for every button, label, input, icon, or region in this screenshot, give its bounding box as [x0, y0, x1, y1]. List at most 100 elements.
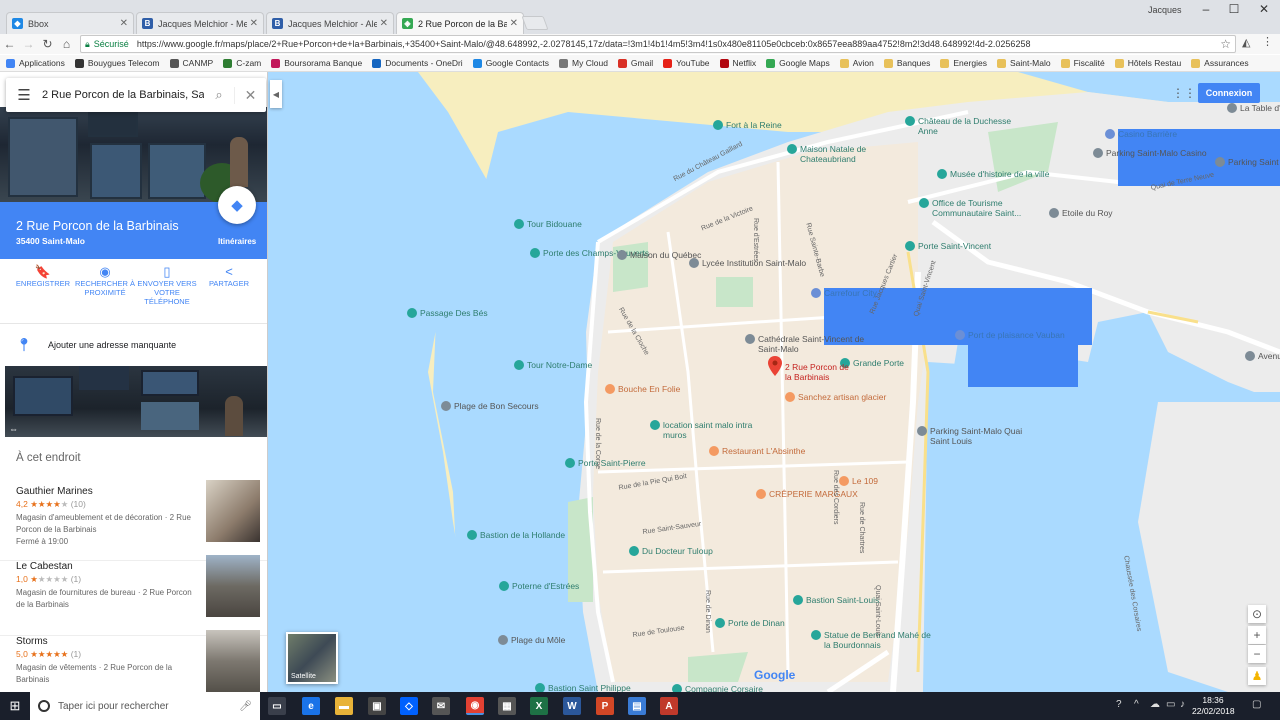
map-poi-icon[interactable]	[441, 401, 451, 411]
result-thumbnail[interactable]	[206, 630, 260, 692]
bookmark-item[interactable]: Documents - OneDri	[372, 58, 463, 68]
result-name[interactable]: Gauthier Marines	[16, 486, 93, 497]
tab-close-icon[interactable]: ✕	[510, 18, 518, 29]
map-poi-icon[interactable]	[407, 308, 417, 318]
map-poi-icon[interactable]	[498, 635, 508, 645]
action-nearby[interactable]: ◉ RECHERCHER À PROXIMITÉ	[74, 265, 136, 297]
browser-tab[interactable]: B Jacques Melchior - Alerte✕	[266, 12, 394, 34]
map-poi-icon[interactable]	[514, 360, 524, 370]
search-input[interactable]: 2 Rue Porcon de la Barbinais, Sai	[42, 89, 204, 101]
map-poi-icon[interactable]	[565, 458, 575, 468]
my-location-button[interactable]: ⊙	[1248, 605, 1266, 623]
map-poi-icon[interactable]	[905, 116, 915, 126]
map-canvas[interactable]: Fort à la Reine Château de la Duchesse An…	[268, 72, 1280, 692]
bookmark-item[interactable]: YouTube	[663, 58, 710, 68]
reload-button[interactable]: ↻	[38, 37, 57, 51]
map-place-label[interactable]: Etoile du Roy	[1062, 208, 1113, 218]
powerpoint-icon[interactable]: P	[596, 697, 614, 715]
file-explorer-icon[interactable]: ▬	[335, 697, 353, 715]
map-poi-icon[interactable]	[785, 392, 795, 402]
map-poi-icon[interactable]	[793, 595, 803, 605]
street-view-photo[interactable]: ⇔	[5, 366, 267, 437]
mail-icon[interactable]: ✉	[432, 697, 450, 715]
map-poi-icon[interactable]	[605, 384, 615, 394]
result-item[interactable]: Gauthier Marines 4,2 ★★★★★ (10) Magasin d'…	[0, 480, 267, 561]
search-icon[interactable]: ⌕	[204, 87, 234, 103]
map-poi-icon[interactable]	[756, 489, 766, 499]
bookmark-item[interactable]: CANMP	[169, 58, 213, 68]
result-name[interactable]: Storms	[16, 636, 48, 647]
satellite-toggle[interactable]: Satellite	[286, 632, 338, 684]
bookmark-item[interactable]: Google Maps	[766, 58, 830, 68]
map-place-label[interactable]: Musée d'histoire de la ville	[950, 169, 1060, 179]
bookmark-item[interactable]: Netflix	[719, 58, 756, 68]
map-place-label[interactable]: Porte Saint-Vincent	[918, 241, 991, 251]
maximize-button[interactable]: ☐	[1220, 2, 1248, 16]
bookmark-item[interactable]: Hôtels Restau	[1114, 58, 1181, 68]
bookmark-item[interactable]: Assurances	[1191, 58, 1249, 68]
tab-close-icon[interactable]: ✕	[120, 18, 128, 29]
map-poi-icon[interactable]	[917, 426, 927, 436]
new-tab-button[interactable]	[521, 16, 549, 30]
sign-in-button[interactable]: Connexion	[1198, 83, 1260, 103]
map-place-label[interactable]: Cathédrale Saint-Vincent de Saint-Malo	[758, 334, 868, 354]
map-poi-icon[interactable]	[689, 258, 699, 268]
collapse-panel-button[interactable]: ◀	[270, 80, 282, 108]
bookmark-item[interactable]: Boursorama Banque	[271, 58, 362, 68]
bookmark-item[interactable]: Banques	[883, 58, 930, 68]
action-share[interactable]: < PARTAGER	[198, 265, 260, 288]
search-box[interactable]: ☰ 2 Rue Porcon de la Barbinais, Sai ⌕ ✕	[6, 78, 266, 112]
location-pin-icon[interactable]	[768, 356, 782, 376]
map-place-label[interactable]: Parking Saint	[1228, 157, 1279, 167]
result-thumbnail[interactable]	[206, 555, 260, 617]
menu-hamburger-icon[interactable]: ☰	[6, 86, 42, 104]
help-icon[interactable]: ?	[1116, 699, 1122, 710]
map-poi-icon[interactable]	[1105, 129, 1115, 139]
map-poi-icon[interactable]	[1227, 103, 1237, 113]
browser-tab[interactable]: ◈ 2 Rue Porcon de la Barbi✕	[396, 12, 524, 34]
map-place-label[interactable]: Passage Des Bés	[420, 308, 488, 318]
map-poi-icon[interactable]	[811, 288, 821, 298]
map-poi-icon[interactable]	[514, 219, 524, 229]
map-place-label[interactable]: Bastion de la Hollande	[480, 530, 565, 540]
menu-icon[interactable]: ⋮	[1262, 35, 1273, 48]
chrome-icon[interactable]: ◉	[466, 697, 484, 715]
map-place-label[interactable]: Plage de Bon Secours	[454, 401, 539, 411]
map-poi-icon[interactable]	[617, 250, 627, 260]
taskbar-search[interactable]: Taper ici pour rechercher 🎤︎	[30, 692, 260, 720]
dropbox-icon[interactable]: ◇	[400, 697, 418, 715]
bookmark-item[interactable]: Energies	[940, 58, 987, 68]
map-place-label[interactable]: Parking Saint-Malo Casino	[1106, 148, 1216, 158]
store-icon[interactable]: ▣	[368, 697, 386, 715]
acrobat-icon[interactable]: A	[660, 697, 678, 715]
bookmark-item[interactable]: Fiscalité	[1060, 58, 1105, 68]
system-clock[interactable]: 18:36 22/02/2018	[1192, 695, 1235, 717]
map-poi-icon[interactable]	[1093, 148, 1103, 158]
map-place-label[interactable]: Fort à la Reine	[726, 120, 782, 130]
map-poi-icon[interactable]	[535, 683, 545, 692]
map-place-label[interactable]: Parking Saint-Malo Quai Saint Louis	[930, 426, 1040, 446]
bookmark-item[interactable]: Avion	[839, 58, 874, 68]
map-place-label[interactable]: Bouche En Folie	[618, 384, 680, 394]
map-place-label[interactable]: Le 109	[852, 476, 878, 486]
map-place-label[interactable]: Plage du Môle	[511, 635, 565, 645]
onedrive-icon[interactable]: ☁	[1150, 699, 1160, 710]
map-place-label[interactable]: Office de Tourisme Communautaire Saint..…	[932, 198, 1042, 218]
map-place-label[interactable]: Du Docteur Tuloup	[642, 546, 713, 556]
address-bar[interactable]: 🔒︎ Sécurisé https://www.google.fr/maps/p…	[80, 35, 1236, 53]
map-poi-icon[interactable]	[715, 618, 725, 628]
map-poi-icon[interactable]	[745, 334, 755, 344]
bookmark-item[interactable]: Saint-Malo	[996, 58, 1051, 68]
map-place-label[interactable]: CRÊPERIE MARGAUX	[769, 489, 858, 499]
word-icon[interactable]: W	[563, 697, 581, 715]
map-place-label[interactable]: Bastion Saint-Louis	[806, 595, 879, 605]
map-place-label[interactable]: Sanchez artisan glacier	[798, 392, 908, 402]
directions-label[interactable]: Itinéraires	[218, 237, 256, 246]
map-poi-icon[interactable]	[1215, 157, 1225, 167]
map-poi-icon[interactable]	[937, 169, 947, 179]
map-place-label[interactable]: Avenu	[1258, 351, 1280, 361]
result-item[interactable]: Storms 5,0 ★★★★★ (1) Magasin de vêtements …	[0, 630, 267, 692]
map-poi-icon[interactable]	[905, 241, 915, 251]
map-poi-icon[interactable]	[629, 546, 639, 556]
bookmark-item[interactable]: Bouygues Telecom	[74, 58, 160, 68]
